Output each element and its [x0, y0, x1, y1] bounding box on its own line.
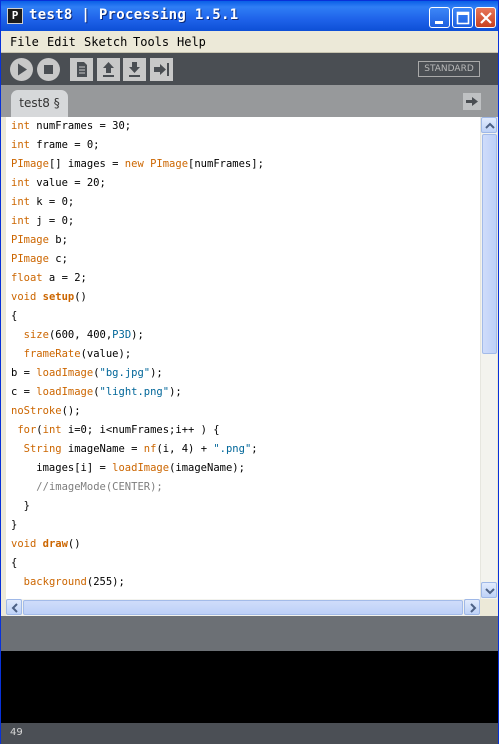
code-line: int value = 20; — [11, 177, 106, 189]
code-line: PImage b; — [11, 234, 68, 246]
code-editor[interactable]: int numFrames = 30; int frame = 0; PImag… — [6, 117, 480, 599]
open-arrow-up-icon — [103, 62, 114, 77]
mode-selector[interactable]: STANDARD — [418, 61, 480, 77]
tab-menu-button[interactable] — [463, 93, 481, 110]
maximize-button[interactable] — [452, 7, 473, 28]
scrollbar-corner — [480, 599, 497, 616]
code-line: images[i] = loadImage(imageName); — [11, 462, 245, 474]
code-line: PImage[] images = new PImage[numFrames]; — [11, 158, 264, 170]
export-button[interactable] — [150, 58, 173, 81]
code-line: void draw() — [11, 538, 81, 550]
chevron-right-icon — [470, 603, 477, 613]
menu-bar: File Edit Sketch Tools Help — [1, 31, 498, 53]
tab-test8[interactable]: test8 § — [11, 90, 68, 117]
save-arrow-down-icon — [129, 62, 140, 77]
code-line: } — [11, 500, 30, 512]
minimize-button[interactable] — [429, 7, 450, 28]
close-icon — [480, 12, 492, 24]
code-line: background(255); — [23, 576, 125, 588]
scroll-up-button[interactable] — [481, 117, 497, 133]
line-number-bar: 49 — [1, 723, 498, 744]
console-area[interactable] — [1, 651, 498, 723]
code-line: PImage c; — [11, 253, 68, 265]
code-line: String imageName = nf(i, 4) + ".png"; — [23, 443, 258, 455]
code-line: //imageMode(CENTER); — [36, 481, 163, 493]
code-line: int j = 0; — [11, 215, 75, 227]
arrow-right-icon — [466, 97, 478, 106]
vertical-scrollbar[interactable] — [480, 117, 497, 599]
stop-icon — [44, 65, 53, 74]
code-line: c = loadImage("light.png"); — [11, 386, 182, 398]
code-line: { — [11, 310, 18, 322]
window-title: test8 | Processing 1.5.1 — [29, 7, 239, 23]
title-bar[interactable]: P test8 | Processing 1.5.1 — [1, 1, 498, 31]
minimize-icon — [435, 21, 443, 24]
horizontal-scroll-thumb[interactable] — [23, 600, 463, 615]
menu-edit[interactable]: Edit — [47, 35, 76, 49]
save-button[interactable] — [123, 58, 146, 81]
run-button[interactable] — [10, 58, 33, 81]
new-file-icon — [77, 62, 87, 77]
code-line: int numFrames = 30; — [11, 120, 132, 132]
processing-window: P test8 | Processing 1.5.1 File Edit Ske… — [0, 0, 499, 744]
menu-help[interactable]: Help — [177, 35, 206, 49]
play-icon — [18, 63, 27, 76]
chevron-left-icon — [11, 603, 18, 613]
status-bar — [1, 616, 498, 651]
new-button[interactable] — [70, 58, 93, 81]
code-line: ... — [11, 592, 43, 599]
export-arrow-right-icon — [154, 63, 169, 76]
code-line: int k = 0; — [11, 196, 75, 208]
stop-button[interactable] — [37, 58, 60, 81]
menu-sketch[interactable]: Sketch — [84, 35, 127, 49]
toolbar: STANDARD — [1, 53, 498, 85]
vertical-scroll-thumb[interactable] — [482, 134, 497, 354]
code-line: for(int i=0; i<numFrames;i++ ) { — [17, 424, 220, 436]
code-line: frameRate(value); — [23, 348, 132, 360]
maximize-icon — [456, 11, 470, 25]
line-number: 49 — [10, 727, 23, 738]
code-line: void setup() — [11, 291, 87, 303]
chevron-down-icon — [485, 588, 495, 595]
code-line: size(600, 400,P3D); — [23, 329, 144, 341]
horizontal-scrollbar[interactable] — [6, 599, 480, 616]
close-button[interactable] — [475, 7, 496, 28]
scroll-down-button[interactable] — [481, 582, 497, 598]
code-line: } — [11, 519, 18, 531]
code-line: { — [11, 557, 18, 569]
tab-bar: test8 § — [1, 85, 498, 117]
chevron-up-icon — [485, 122, 495, 129]
code-line: noStroke(); — [11, 405, 81, 417]
code-line: float a = 2; — [11, 272, 87, 284]
processing-app-icon[interactable]: P — [7, 8, 23, 24]
code-line: int frame = 0; — [11, 139, 100, 151]
scroll-left-button[interactable] — [6, 599, 22, 615]
menu-tools[interactable]: Tools — [133, 35, 169, 49]
code-line: b = loadImage("bg.jpg"); — [11, 367, 163, 379]
open-button[interactable] — [97, 58, 120, 81]
menu-file[interactable]: File — [10, 35, 39, 49]
scroll-right-button[interactable] — [464, 599, 480, 615]
